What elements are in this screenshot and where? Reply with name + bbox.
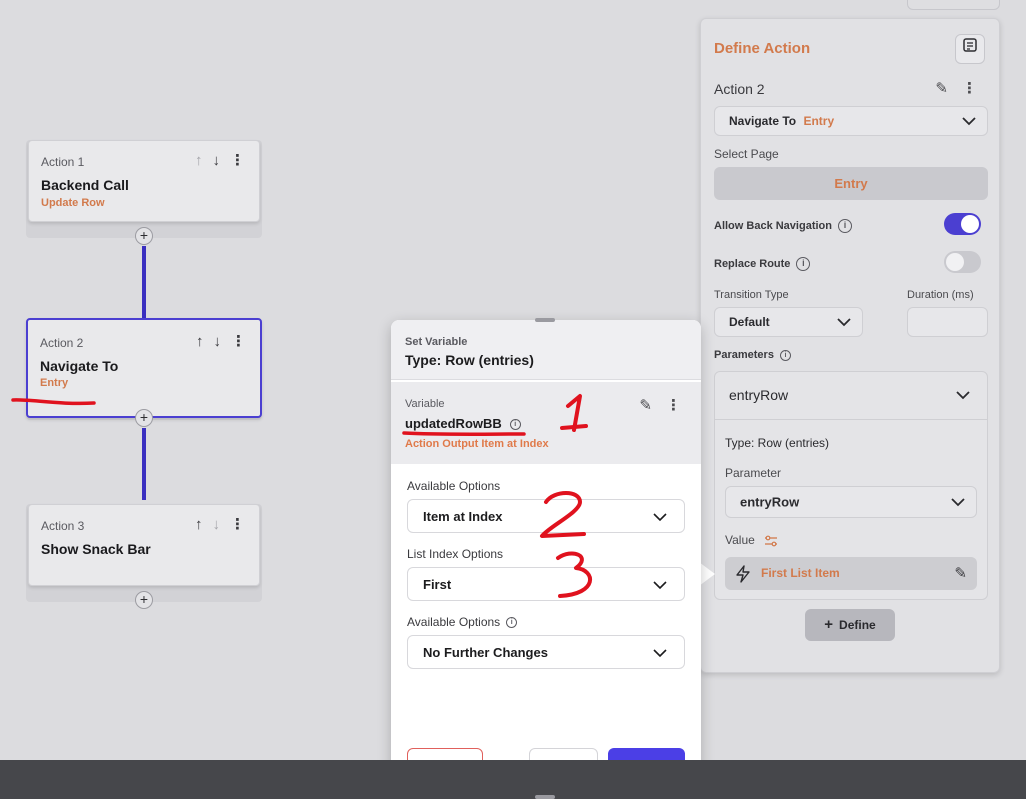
- action-title: Navigate To: [40, 358, 119, 374]
- list-index-label: List Index Options: [407, 547, 504, 561]
- replace-route-label: Replace Route i: [714, 257, 811, 271]
- action-title: Show Snack Bar: [41, 541, 151, 557]
- allow-back-label: Allow Back Navigation i: [714, 219, 852, 233]
- more-options-icon[interactable]: ⋮: [231, 334, 246, 350]
- modal-title: Type: Row (entries): [405, 352, 534, 368]
- chevron-down-icon: [837, 318, 851, 327]
- add-action-button[interactable]: +: [135, 227, 153, 245]
- action-type-select[interactable]: Navigate To Entry: [714, 106, 988, 136]
- move-up-icon[interactable]: ↑: [195, 153, 203, 169]
- flow-connector: [142, 246, 146, 318]
- action-label: Action 3: [41, 519, 85, 533]
- replace-route-toggle[interactable]: [944, 251, 981, 273]
- info-icon[interactable]: i: [506, 617, 518, 629]
- value-label: Value: [725, 533, 778, 547]
- parameter-select[interactable]: entryRow: [725, 486, 977, 518]
- duration-label: Duration (ms): [907, 289, 974, 301]
- move-up-icon[interactable]: ↑: [196, 334, 204, 350]
- allow-back-toggle[interactable]: [944, 213, 981, 235]
- parameters-text: Parameters: [714, 349, 774, 361]
- define-button[interactable]: + Define: [805, 609, 895, 641]
- move-down-icon[interactable]: ↓: [213, 517, 221, 533]
- more-options-icon[interactable]: ⋮: [230, 517, 245, 533]
- transition-type-select[interactable]: Default: [714, 307, 863, 337]
- chevron-down-icon: [951, 498, 965, 507]
- red-underline-annotation: [11, 398, 96, 406]
- flow-connector: [142, 428, 146, 500]
- transition-type-label: Transition Type: [714, 289, 789, 301]
- move-down-icon[interactable]: ↓: [214, 334, 222, 350]
- info-icon[interactable]: i: [837, 219, 852, 233]
- available-options-2-text: Available Options: [407, 615, 501, 629]
- select-page-button[interactable]: Entry: [714, 167, 988, 200]
- more-options-icon[interactable]: ⋮: [962, 79, 977, 97]
- panel-title: Define Action: [714, 40, 811, 57]
- action-label: Action 2: [40, 336, 84, 350]
- edit-icon[interactable]: ✎: [935, 79, 948, 97]
- value-text: First List Item: [761, 566, 840, 580]
- parameter-header[interactable]: entryRow: [715, 372, 987, 420]
- toolbar-stub: [907, 0, 1000, 10]
- select-page-label: Select Page: [714, 147, 779, 161]
- value-field[interactable]: First List Item ✎: [725, 557, 977, 590]
- popover-pointer: [699, 562, 715, 586]
- transition-type-value: Default: [729, 315, 770, 329]
- add-action-button[interactable]: +: [135, 591, 153, 609]
- add-action-button[interactable]: +: [135, 409, 153, 427]
- bottom-bar: [0, 760, 1026, 799]
- move-up-icon[interactable]: ↑: [195, 517, 203, 533]
- parameter-card: entryRow Type: Row (entries) Parameter e…: [714, 371, 988, 600]
- parameter-value: entryRow: [740, 494, 800, 510]
- action-subtitle: Entry: [40, 377, 69, 389]
- action-type-text: Navigate To: [729, 114, 797, 128]
- list-index-value: First: [423, 577, 452, 592]
- allow-back-text: Allow Back Navigation: [714, 219, 832, 232]
- available-options-2-value: No Further Changes: [423, 645, 548, 660]
- parameter-label: Parameter: [725, 466, 782, 480]
- info-icon[interactable]: i: [796, 257, 811, 271]
- sliders-icon[interactable]: [764, 535, 778, 547]
- define-button-label: Define: [839, 618, 876, 632]
- drag-handle[interactable]: [535, 795, 555, 799]
- available-options-2-label: Available Options i: [407, 615, 518, 629]
- chevron-down-icon: [653, 581, 667, 590]
- lightning-icon: [736, 565, 750, 583]
- available-options-value: Item at Index: [423, 509, 503, 524]
- action-label: Action 1: [41, 155, 85, 169]
- available-options-2-select[interactable]: No Further Changes: [407, 635, 685, 669]
- move-down-icon[interactable]: ↓: [213, 153, 221, 169]
- replace-route-text: Replace Route: [714, 257, 791, 270]
- action-subtitle: Update Row: [41, 197, 105, 209]
- value-label-text: Value: [725, 533, 755, 547]
- available-options-label: Available Options: [407, 479, 501, 493]
- action-target-text: Entry: [803, 114, 835, 128]
- chevron-down-icon: [653, 513, 667, 522]
- action-card-3[interactable]: Action 3 Show Snack Bar ↑ ↓ ⋮: [28, 504, 260, 586]
- red-number-annotations: [540, 491, 592, 598]
- red-underline-annotation: [402, 394, 588, 436]
- more-options-icon[interactable]: ⋮: [666, 396, 681, 414]
- action-card-1[interactable]: Action 1 Backend Call Update Row ↑ ↓ ⋮: [28, 140, 260, 222]
- parameter-type: Type: Row (entries): [725, 436, 830, 450]
- duration-input[interactable]: [907, 307, 988, 337]
- more-options-icon[interactable]: ⋮: [230, 153, 245, 169]
- document-icon[interactable]: [955, 34, 985, 64]
- drag-handle[interactable]: [535, 318, 555, 322]
- define-action-panel: Define Action Action 2 ✎ ⋮ Navigate To E…: [700, 18, 1000, 673]
- chevron-down-icon: [962, 117, 976, 126]
- modal-kicker: Set Variable: [405, 336, 468, 348]
- info-icon[interactable]: i: [779, 349, 791, 361]
- action-title: Backend Call: [41, 177, 129, 193]
- modal-header: Set Variable Type: Row (entries): [391, 320, 701, 380]
- chevron-down-icon: [956, 391, 970, 400]
- edit-icon[interactable]: ✎: [954, 564, 967, 582]
- plus-icon: +: [824, 616, 834, 633]
- parameters-label: Parameters i: [714, 349, 791, 361]
- parameter-name: entryRow: [729, 387, 789, 403]
- chevron-down-icon: [653, 649, 667, 658]
- action-name: Action 2: [714, 81, 765, 97]
- edit-icon[interactable]: ✎: [639, 396, 652, 414]
